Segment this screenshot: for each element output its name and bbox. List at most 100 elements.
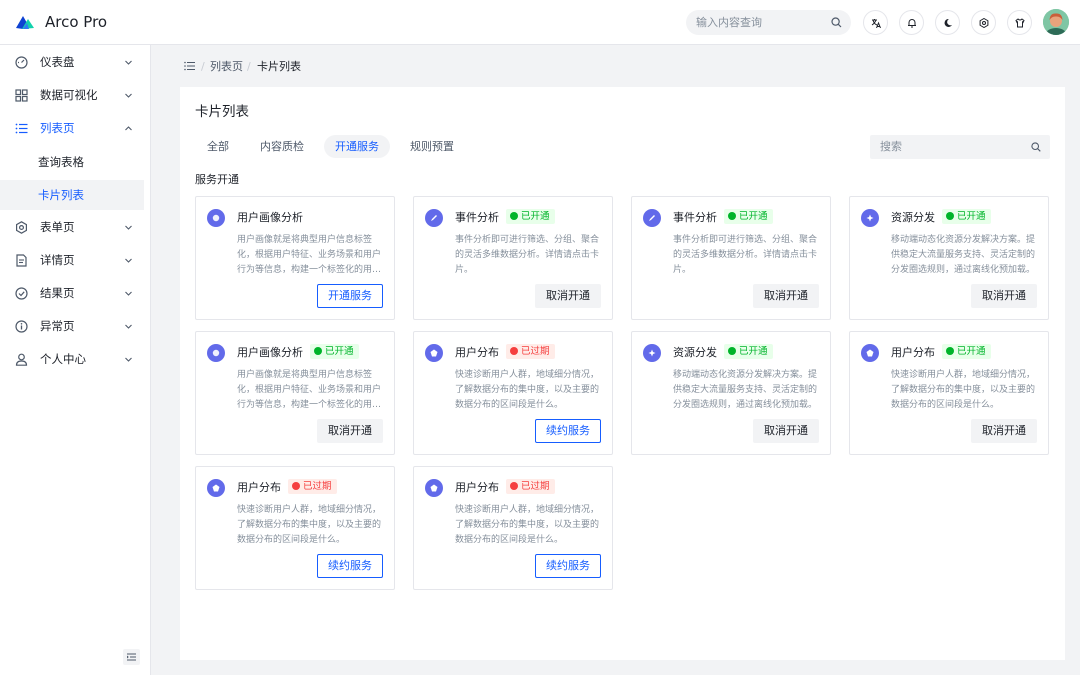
breadcrumb-current: 卡片列表 — [257, 60, 301, 73]
sidebar-item-user-center[interactable]: 个人中心 — [0, 343, 150, 376]
cancel-service-button[interactable]: 取消开通 — [535, 284, 601, 308]
status-badge-label: 已开通 — [957, 211, 986, 222]
skin-button[interactable] — [1007, 10, 1032, 35]
global-search-input[interactable]: 输入内容查询 — [686, 10, 851, 35]
card-description: 快速诊断用户人群，地域细分情况，了解数据分布的集中度，以及主要的数据分布的区间段… — [891, 370, 1036, 410]
service-action-button[interactable]: 续约服务 — [317, 554, 383, 578]
status-badge: 已开通 — [724, 344, 773, 359]
sidebar-item-label: 仪表盘 — [40, 55, 75, 69]
pen-icon — [425, 209, 443, 227]
card-description: 快速诊断用户人群，地域细分情况，了解数据分布的集中度，以及主要的数据分布的区间段… — [455, 505, 600, 545]
moon-icon — [944, 18, 952, 27]
service-card[interactable]: 事件分析 已开通事件分析即可进行筛选、分组、聚合的灵活多维数据分析。详情请点击卡片… — [413, 196, 613, 320]
bell-icon — [908, 19, 916, 28]
chevron-down-icon — [125, 357, 132, 362]
card-list-panel: 卡片列表 全部 内容质检 开通服务 规则预置 搜索 服务开通 用户画像分析 用户画… — [180, 87, 1065, 660]
dashboard-icon — [15, 56, 28, 69]
service-card[interactable]: 用户分布 已过期 快速诊断用户人群，地域细分情况，了解数据分布的集中度，以及主要的数… — [195, 466, 395, 590]
language-button[interactable] — [863, 10, 888, 35]
status-badge-label: 已开通 — [957, 346, 986, 357]
chevron-up-icon — [125, 126, 132, 131]
service-card[interactable]: 用户分布 已过期快速诊断用户人群，地域细分情况，了解数据分布的集中度，以及主要的数… — [413, 466, 613, 590]
status-badge-label: 已开通 — [521, 211, 550, 222]
sidebar-item-label: 表单页 — [40, 220, 75, 234]
distribution-icon — [207, 479, 225, 497]
theme-toggle-button[interactable] — [935, 10, 960, 35]
close-circle-icon — [510, 482, 518, 490]
chevron-down-icon — [125, 93, 132, 98]
sidebar-item-form[interactable]: 表单页 — [0, 211, 150, 244]
service-action-button[interactable]: 续约服务 — [535, 419, 601, 443]
sidebar-subitem-card-list[interactable]: 卡片列表 — [0, 180, 144, 210]
card-description: 事件分析即可进行筛选、分组、聚合的灵活多维数据分析。详情请点击卡片。 — [455, 235, 600, 275]
grid-icon — [15, 89, 28, 102]
pen-icon — [643, 209, 661, 227]
chevron-down-icon — [125, 324, 132, 329]
sidebar-item-result[interactable]: 结果页 — [0, 277, 150, 310]
service-card[interactable]: 用户画像分析 用户画像就是将典型用户信息标签化，根据用户特征、业务场景和用户行为等… — [195, 196, 395, 320]
settings-button[interactable] — [971, 10, 996, 35]
status-badge-label: 已开通 — [739, 211, 768, 222]
cancel-service-button[interactable]: 取消开通 — [317, 419, 383, 443]
status-badge: 已过期 — [506, 344, 555, 359]
service-action-button[interactable]: 续约服务 — [535, 554, 601, 578]
status-badge: 已开通 — [506, 209, 555, 224]
tshirt-icon — [1015, 18, 1025, 28]
card-search-input[interactable]: 搜索 — [870, 135, 1050, 159]
status-badge: 已过期 — [506, 479, 555, 494]
app-title: Arco Pro — [45, 13, 108, 31]
check-circle-icon — [946, 212, 954, 220]
tab-open-service[interactable]: 开通服务 — [324, 135, 390, 158]
sidebar-item-exception[interactable]: 异常页 — [0, 310, 150, 343]
notification-button[interactable] — [899, 10, 924, 35]
tab-all[interactable]: 全部 — [196, 135, 240, 158]
list-icon — [184, 61, 195, 71]
service-card[interactable]: 资源分发 已开通 移动端动态化资源分发解决方案。提供稳定大流量服务支持、灵活定制的分… — [631, 331, 831, 455]
card-title: 事件分析 — [455, 211, 499, 224]
sidebar-item-list[interactable]: 列表页 — [0, 112, 150, 145]
card-description: 事件分析即可进行筛选、分组、聚合的灵活多维数据分析。详情请点击卡片。 — [673, 235, 818, 275]
card-title: 资源分发 — [673, 346, 717, 359]
card-title: 用户分布 — [455, 481, 499, 494]
section-title: 服务开通 — [195, 173, 239, 186]
sidebar-item-visualization[interactable]: 数据可视化 — [0, 79, 150, 112]
service-card[interactable]: 用户分布 已过期 快速诊断用户人群，地域细分情况，了解数据分布的集中度，以及主要的数… — [413, 331, 613, 455]
status-badge-label: 已开通 — [325, 346, 354, 357]
cancel-service-button[interactable]: 取消开通 — [971, 284, 1037, 308]
service-card[interactable]: 用户画像分析 已开通 用户画像就是将典型用户信息标签化，根据用户特征、业务场景和用户… — [195, 331, 395, 455]
sidebar-item-label: 个人中心 — [40, 352, 86, 366]
service-card[interactable]: 资源分发 已开通 移动端动态化资源分发解决方案。提供稳定大流量服务支持、灵活定制的分… — [849, 196, 1049, 320]
cancel-service-button[interactable]: 取消开通 — [753, 419, 819, 443]
page-title: 卡片列表 — [195, 104, 249, 120]
chevron-down-icon — [125, 258, 132, 263]
close-circle-icon — [292, 482, 300, 490]
distribution-icon — [861, 344, 879, 362]
service-card[interactable]: 用户分布 已开通 快速诊断用户人群，地域细分情况，了解数据分布的集中度，以及主要的数… — [849, 331, 1049, 455]
sidebar-collapse-button[interactable] — [123, 649, 140, 665]
sidebar-item-dashboard[interactable]: 仪表盘 — [0, 46, 150, 79]
service-action-button[interactable]: 开通服务 — [317, 284, 383, 308]
breadcrumb-item[interactable]: 列表页 — [210, 59, 243, 74]
list-icon — [15, 123, 28, 134]
user-avatar[interactable] — [1043, 9, 1069, 35]
sidebar-subitem-label: 查询表格 — [38, 155, 84, 169]
share-icon — [861, 209, 879, 227]
cancel-service-button[interactable]: 取消开通 — [971, 419, 1037, 443]
service-card[interactable]: 事件分析 已开通 事件分析即可进行筛选、分组、聚合的灵活多维数据分析。详情请点击卡片… — [631, 196, 831, 320]
user-portrait-icon — [207, 209, 225, 227]
sidebar-item-label: 详情页 — [40, 253, 75, 267]
status-badge: 已开通 — [942, 344, 991, 359]
global-search-placeholder: 输入内容查询 — [696, 16, 762, 29]
chevron-down-icon — [125, 291, 132, 296]
sidebar-item-profile[interactable]: 详情页 — [0, 244, 150, 277]
tab-content-inspection[interactable]: 内容质检 — [251, 135, 313, 158]
share-icon — [643, 344, 661, 362]
cancel-service-button[interactable]: 取消开通 — [753, 284, 819, 308]
check-circle-icon — [946, 347, 954, 355]
close-circle-icon — [510, 347, 518, 355]
top-navbar: Arco Pro 输入内容查询 — [0, 0, 1080, 45]
sidebar-subitem-search-table[interactable]: 查询表格 — [0, 147, 144, 177]
check-circle-icon — [728, 347, 736, 355]
settings-icon — [979, 18, 989, 28]
tab-rule-preset[interactable]: 规则预置 — [401, 135, 463, 158]
